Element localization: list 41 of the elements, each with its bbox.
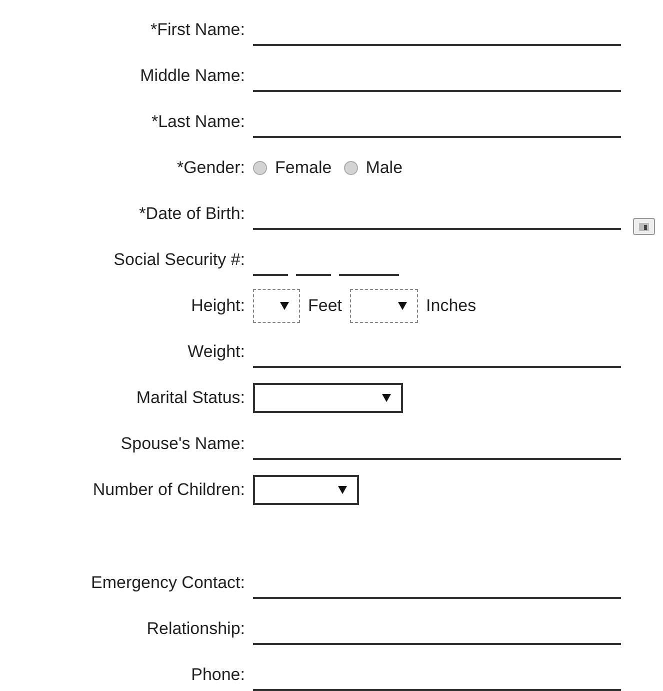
ssn-input-line[interactable] bbox=[339, 274, 399, 276]
field-label: *First Name: bbox=[150, 20, 245, 40]
radio-button[interactable] bbox=[253, 161, 267, 175]
field-label: Height: bbox=[190, 296, 245, 316]
input-line[interactable] bbox=[253, 689, 621, 691]
input-line[interactable] bbox=[253, 136, 621, 138]
radio-label: Male bbox=[366, 158, 403, 178]
field-label: *Gender: bbox=[176, 158, 245, 178]
field-label: Middle Name: bbox=[139, 66, 245, 86]
input-line[interactable] bbox=[253, 366, 621, 368]
unit-label: Feet bbox=[308, 296, 342, 316]
field-label: Emergency Contact: bbox=[90, 573, 245, 593]
ssn-input-line[interactable] bbox=[253, 274, 288, 276]
caret-icon bbox=[280, 302, 289, 310]
caret-icon bbox=[338, 486, 347, 494]
field-label: Number of Children: bbox=[92, 480, 245, 500]
field-label: Relationship: bbox=[146, 619, 245, 639]
caret-icon bbox=[382, 394, 391, 402]
calendar-button[interactable] bbox=[633, 218, 655, 235]
input-line[interactable] bbox=[253, 458, 621, 460]
field-label: *Date of Birth: bbox=[138, 204, 245, 224]
dropdown[interactable] bbox=[253, 383, 403, 413]
dropdown[interactable] bbox=[253, 475, 359, 505]
field-label: Social Security #: bbox=[112, 250, 245, 270]
input-line[interactable] bbox=[253, 44, 621, 46]
ssn-input-line[interactable] bbox=[296, 274, 331, 276]
field-label: Weight: bbox=[186, 342, 245, 362]
radio-label: Female bbox=[275, 158, 332, 178]
calendar-icon bbox=[639, 222, 649, 230]
field-label: *Last Name: bbox=[150, 112, 245, 132]
input-line[interactable] bbox=[253, 643, 621, 645]
field-label: Phone: bbox=[190, 665, 245, 685]
radio-button[interactable] bbox=[344, 161, 358, 175]
dropdown[interactable] bbox=[253, 289, 300, 323]
field-label: Spouse's Name: bbox=[120, 434, 245, 454]
input-line[interactable] bbox=[253, 597, 621, 599]
field-label: Marital Status: bbox=[135, 388, 245, 408]
input-line[interactable] bbox=[253, 90, 621, 92]
unit-label: Inches bbox=[426, 296, 476, 316]
date-input-line[interactable] bbox=[253, 228, 621, 230]
caret-icon bbox=[398, 302, 408, 310]
